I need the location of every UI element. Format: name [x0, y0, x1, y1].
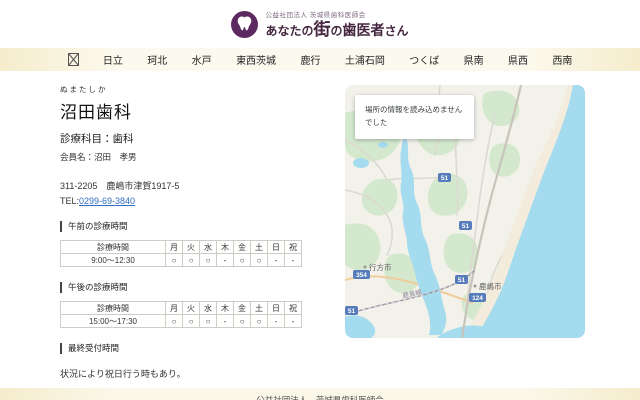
- td-mark: ○: [166, 315, 183, 328]
- clinic-furigana: ぬまたしか: [60, 84, 334, 95]
- td-mark: -: [217, 254, 234, 267]
- td-time: 15:00～17:30: [61, 315, 166, 328]
- td-mark: ○: [183, 254, 200, 267]
- route-shield-label: 51: [348, 308, 356, 315]
- td-mark: ○: [183, 315, 200, 328]
- site-title-part: あなたの: [265, 25, 313, 38]
- td-mark: ○: [200, 254, 217, 267]
- td-mark: ○: [200, 315, 217, 328]
- td-mark: -: [268, 254, 285, 267]
- route-shield-label: 124: [472, 295, 483, 302]
- th-day: 月: [166, 241, 183, 254]
- site-title-part: 街: [313, 21, 330, 40]
- tel-link[interactable]: 0299-69-3840: [79, 196, 135, 206]
- td-mark: -: [268, 315, 285, 328]
- map-error-dialog: 場所の情報を読み込めませんでした: [355, 95, 474, 139]
- site-footer: 公益社団法人 茨城県歯科医師会: [0, 388, 640, 400]
- th-day: 祝: [285, 241, 302, 254]
- home-nav-link[interactable]: [68, 53, 79, 66]
- th-day: 金: [234, 241, 251, 254]
- th-day: 土: [251, 241, 268, 254]
- table-header-row: 診療時間 月 火 水 木 金 土 日 祝: [61, 302, 302, 315]
- nav-item-kennan[interactable]: 県南: [464, 52, 484, 67]
- clinic-member-name: 会員名：沼田 孝男: [60, 151, 334, 163]
- td-mark: -: [217, 315, 234, 328]
- org-name: 公益社団法人 茨城県歯科医師会: [265, 9, 408, 19]
- th-day: 木: [217, 241, 234, 254]
- brand-text: 公益社団法人 茨城県歯科医師会 あなたの街の歯医者さん: [265, 9, 408, 40]
- th-day: 月: [166, 302, 183, 315]
- table-row: 15:00～17:30 ○ ○ ○ - ○ ○ - -: [61, 315, 302, 328]
- map-panel[interactable]: 51 51 354 51 124 51 行方市 鹿嶋市 鹿島線 場所の情報を: [345, 85, 585, 338]
- td-mark: ○: [234, 315, 251, 328]
- th-day: 土: [251, 302, 268, 315]
- clinic-info-section: ぬまたしか 沼田歯科 診療科目：歯科 会員名：沼田 孝男 311-2205 鹿嶋…: [60, 84, 334, 400]
- th-day: 日: [268, 302, 285, 315]
- section-title-afternoon: 午後の診療時間: [60, 282, 334, 293]
- section-title-morning: 午前の診療時間: [60, 221, 334, 232]
- route-shield-label: 51: [441, 175, 449, 182]
- section-title-last-reception: 最終受付時間: [60, 343, 334, 354]
- th-day: 祝: [285, 302, 302, 315]
- table-row: 9:00～12:30 ○ ○ ○ - ○ ○ - -: [61, 254, 302, 267]
- th-day: 日: [268, 241, 285, 254]
- site-title: あなたの街の歯医者さん: [265, 21, 408, 40]
- nav-item-rokko[interactable]: 鹿行: [300, 52, 320, 67]
- site-title-part: の: [330, 25, 342, 38]
- map-label-namegata: 行方市: [369, 262, 392, 272]
- clinic-address: 311-2205 鹿嶋市津賀1917-5: [60, 179, 334, 192]
- td-mark: ○: [234, 254, 251, 267]
- page: 公益社団法人 茨城県歯科医師会 あなたの街の歯医者さん 日立 珂北 水戸 東西茨…: [0, 0, 640, 400]
- afternoon-hours-table: 診療時間 月 火 水 木 金 土 日 祝 15:00～17:30 ○ ○ ○ -…: [60, 301, 302, 328]
- tel-label: TEL:: [60, 196, 79, 206]
- th-day: 水: [200, 241, 217, 254]
- clinic-department: 診療科目：歯科: [60, 131, 334, 146]
- td-mark: -: [285, 315, 302, 328]
- map-label-kashima: 鹿嶋市: [479, 281, 502, 291]
- th-day: 火: [183, 241, 200, 254]
- site-header: 公益社団法人 茨城県歯科医師会 あなたの街の歯医者さん: [0, 0, 640, 48]
- nav-item-kensei[interactable]: 県西: [508, 52, 528, 67]
- morning-hours-table: 診療時間 月 火 水 木 金 土 日 祝 9:00～12:30 ○ ○ ○ - …: [60, 240, 302, 267]
- th-time: 診療時間: [61, 302, 166, 315]
- th-time: 診療時間: [61, 241, 166, 254]
- th-day: 金: [234, 302, 251, 315]
- nav-item-tsukuba[interactable]: つくば: [409, 52, 439, 67]
- clinic-name: 沼田歯科: [60, 98, 334, 123]
- broken-image-icon: [68, 53, 79, 66]
- nav-inner: 日立 珂北 水戸 東西茨城 鹿行 土浦石岡 つくば 県南 県西 西南: [68, 52, 573, 67]
- th-day: 木: [217, 302, 234, 315]
- route-shield-label: 51: [462, 223, 470, 230]
- last-reception-note: 状況により祝日行う時もあり。: [60, 367, 334, 380]
- th-day: 火: [183, 302, 200, 315]
- site-title-part: 歯医者: [343, 23, 385, 38]
- td-mark: -: [285, 254, 302, 267]
- site-title-part: さん: [385, 25, 409, 38]
- td-mark: ○: [251, 315, 268, 328]
- th-day: 水: [200, 302, 217, 315]
- nav-item-mito[interactable]: 水戸: [192, 52, 212, 67]
- nav-item-tsuchiura-ishioka[interactable]: 土浦石岡: [345, 52, 385, 67]
- table-header-row: 診療時間 月 火 水 木 金 土 日 祝: [61, 241, 302, 254]
- route-shield-label: 354: [356, 272, 367, 279]
- td-mark: ○: [251, 254, 268, 267]
- region-navbar: 日立 珂北 水戸 東西茨城 鹿行 土浦石岡 つくば 県南 県西 西南: [0, 48, 640, 71]
- clinic-tel-row: TEL:0299-69-3840: [60, 196, 334, 206]
- tooth-logo-icon: [231, 11, 258, 38]
- nav-item-tozai-ibaraki[interactable]: 東西茨城: [236, 52, 276, 67]
- td-mark: ○: [166, 254, 183, 267]
- route-shield-label: 51: [458, 277, 466, 284]
- nav-item-seinan[interactable]: 西南: [552, 52, 572, 67]
- nav-item-hitachi[interactable]: 日立: [103, 52, 123, 67]
- nav-item-kahoku[interactable]: 珂北: [147, 52, 167, 67]
- td-time: 9:00～12:30: [61, 254, 166, 267]
- footer-org-name: 公益社団法人 茨城県歯科医師会: [256, 395, 384, 400]
